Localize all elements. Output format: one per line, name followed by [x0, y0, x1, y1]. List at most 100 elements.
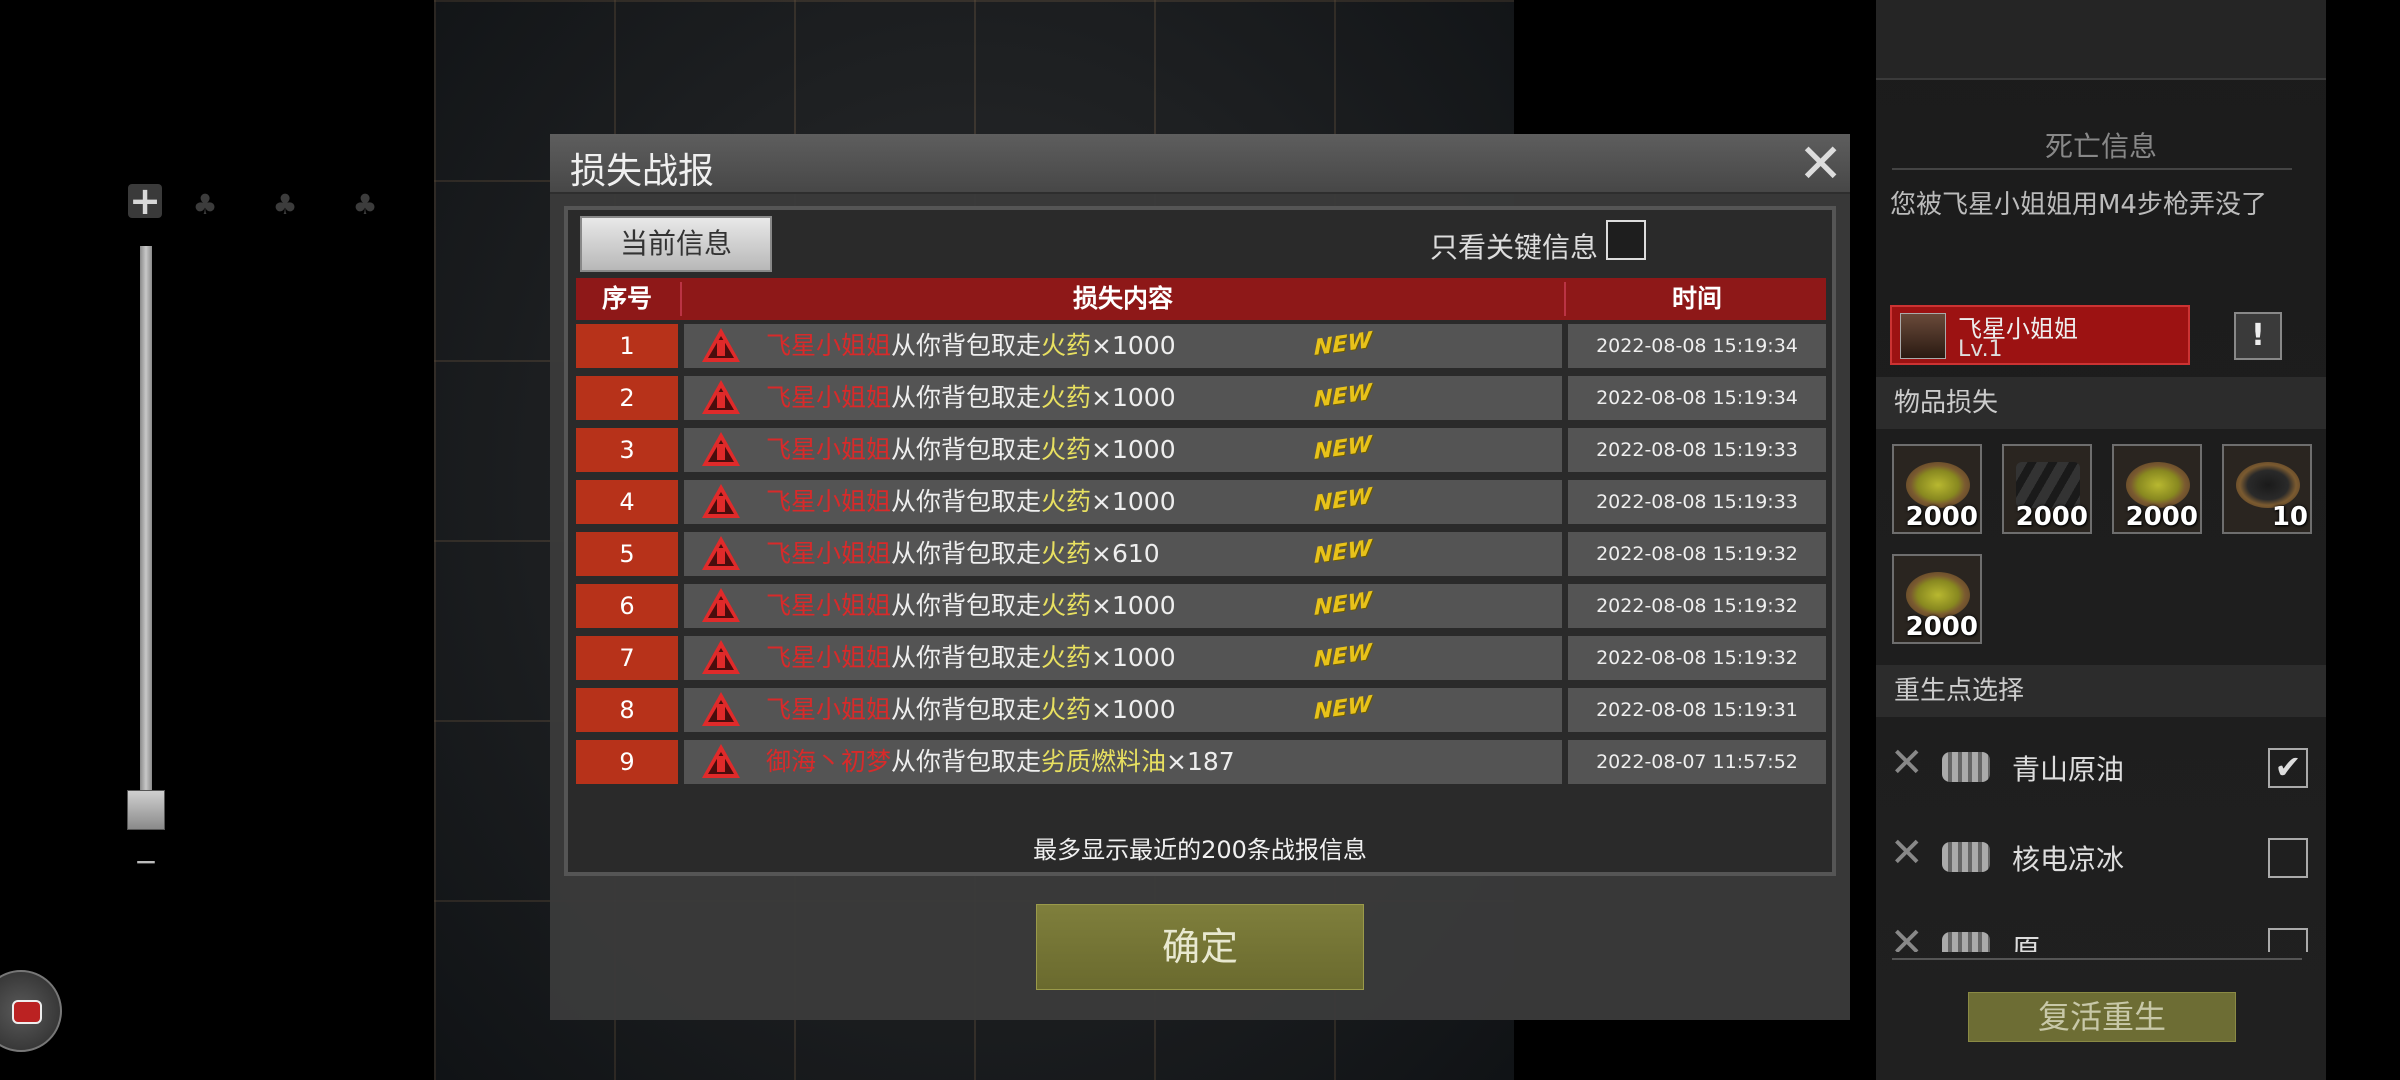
- avatar: [1900, 313, 1946, 359]
- loss-action: 从你背包取走: [891, 539, 1042, 568]
- table-row[interactable]: 8 飞星小姐姐从你背包取走火药×1000 NEW 2022-08-08 15:19:3…: [576, 688, 1826, 732]
- close-icon[interactable]: ✕: [1890, 920, 1924, 952]
- panel-topbar: [1876, 0, 2326, 80]
- report-button[interactable]: !: [2234, 312, 2282, 360]
- row-index: 1: [576, 324, 678, 368]
- item-quantity: 10: [2271, 502, 2308, 532]
- player-name[interactable]: 飞星小姐姐: [766, 539, 891, 568]
- row-time: 2022-08-08 15:19:34: [1568, 324, 1826, 368]
- lost-item-slot[interactable]: 10: [2222, 444, 2312, 534]
- player-name[interactable]: 飞星小姐姐: [766, 331, 891, 360]
- respawn-checkbox[interactable]: ✔: [2268, 748, 2308, 788]
- row-index: 5: [576, 532, 678, 576]
- loss-text: 飞星小姐姐从你背包取走火药×1000: [766, 376, 1176, 420]
- new-badge: NEW: [1314, 535, 1372, 570]
- item-quantity: ×1000: [1091, 331, 1176, 360]
- dialog-header: 损失战报 ✕: [550, 134, 1850, 194]
- row-content: 飞星小姐姐从你背包取走火药×1000 NEW: [684, 584, 1562, 628]
- death-message: 您被飞星小姐姐用M4步枪弄没了: [1890, 190, 2267, 220]
- item-quantity: ×1000: [1091, 487, 1176, 516]
- respawn-button[interactable]: 复活重生: [1968, 992, 2236, 1042]
- item-quantity: 2000: [1905, 502, 1978, 532]
- player-name[interactable]: 飞星小姐姐: [766, 383, 891, 412]
- row-content: 飞星小姐姐从你背包取走火药×1000 NEW: [684, 480, 1562, 524]
- lost-item-slot[interactable]: 2000: [1892, 554, 1982, 644]
- respawn-checkbox[interactable]: [2268, 928, 2308, 952]
- player-name[interactable]: 飞星小姐姐: [766, 643, 891, 672]
- loss-report-dialog: 损失战报 ✕ 当前信息 只看关键信息 序号 损失内容 时间 1 飞星小姐姐从你背包…: [550, 134, 1850, 1020]
- table-row[interactable]: 3 飞星小姐姐从你背包取走火药×1000 NEW 2022-08-08 15:19:3…: [576, 428, 1826, 472]
- confirm-button[interactable]: 确定: [1036, 904, 1364, 990]
- item-quantity: 2000: [1905, 612, 1978, 642]
- zoom-in-button[interactable]: +: [128, 182, 162, 220]
- lost-item-slot[interactable]: 2000: [1892, 444, 1982, 534]
- table-row[interactable]: 2 飞星小姐姐从你背包取走火药×1000 NEW 2022-08-08 15:19:3…: [576, 376, 1826, 420]
- warning-icon: [702, 692, 740, 726]
- loss-action: 从你背包取走: [891, 747, 1042, 776]
- table-row[interactable]: 5 飞星小姐姐从你背包取走火药×610 NEW 2022-08-08 15:19:32: [576, 532, 1826, 576]
- warning-icon: [702, 328, 740, 362]
- player-name[interactable]: 飞星小姐姐: [766, 591, 891, 620]
- loss-action: 从你背包取走: [891, 435, 1042, 464]
- item-name: 火药: [1041, 695, 1092, 724]
- table-row[interactable]: 6 飞星小姐姐从你背包取走火药×1000 NEW 2022-08-08 15:19:3…: [576, 584, 1826, 628]
- row-time: 2022-08-08 15:19:32: [1568, 636, 1826, 680]
- table-row[interactable]: 9 御海丶初梦从你背包取走劣质燃料油×187 2022-08-07 11:57:52: [576, 740, 1826, 784]
- loss-action: 从你背包取走: [891, 695, 1042, 724]
- key-filter-label: 只看关键信息: [1430, 231, 1599, 264]
- respawn-point-row[interactable]: ✕ 原: [1876, 910, 2326, 952]
- dialog-title: 损失战报: [570, 151, 715, 192]
- column-header-index: 序号: [601, 284, 652, 313]
- loss-action: 从你背包取走: [891, 591, 1042, 620]
- item-quantity: ×1000: [1091, 383, 1176, 412]
- row-content: 飞星小姐姐从你背包取走火药×610 NEW: [684, 532, 1562, 576]
- row-content: 飞星小姐姐从你背包取走火药×1000 NEW: [684, 376, 1562, 420]
- chat-bubble-button[interactable]: [0, 970, 62, 1052]
- report-list-panel: 当前信息 只看关键信息 序号 损失内容 时间 1 飞星小姐姐从你背包取走火药×10…: [564, 206, 1836, 876]
- divider: [680, 282, 682, 316]
- death-info-panel: 死亡信息 您被飞星小姐姐用M4步枪弄没了 飞星小姐姐 Lv.1 ! 物品损失 2…: [1876, 0, 2326, 1080]
- close-button[interactable]: ✕: [1798, 137, 1843, 191]
- respawn-point-label: 原: [2012, 933, 2041, 952]
- warning-icon: [702, 640, 740, 674]
- warning-icon: [702, 484, 740, 518]
- respawn-checkbox[interactable]: [2268, 838, 2308, 878]
- row-index: 4: [576, 480, 678, 524]
- item-name: 火药: [1041, 435, 1092, 464]
- tab-current-info[interactable]: 当前信息: [580, 216, 772, 272]
- row-content: 飞星小姐姐从你背包取走火药×1000 NEW: [684, 324, 1562, 368]
- player-name[interactable]: 飞星小姐姐: [766, 435, 891, 464]
- table-row[interactable]: 7 飞星小姐姐从你背包取走火药×1000 NEW 2022-08-08 15:19:3…: [576, 636, 1826, 680]
- killer-card[interactable]: 飞星小姐姐 Lv.1: [1890, 305, 2190, 365]
- zoom-slider-handle[interactable]: [127, 790, 165, 830]
- table-row[interactable]: 1 飞星小姐姐从你背包取走火药×1000 NEW 2022-08-08 15:19:3…: [576, 324, 1826, 368]
- close-icon[interactable]: ✕: [1890, 740, 1924, 786]
- row-time: 2022-08-08 15:19:31: [1568, 688, 1826, 732]
- respawn-heading: 重生点选择: [1876, 665, 2326, 717]
- close-icon[interactable]: ✕: [1890, 830, 1924, 876]
- loss-action: 从你背包取走: [891, 643, 1042, 672]
- key-filter-checkbox[interactable]: [1606, 220, 1646, 260]
- player-name[interactable]: 飞星小姐姐: [766, 487, 891, 516]
- divider: [1892, 958, 2302, 960]
- chat-icon: [12, 1000, 42, 1024]
- item-quantity: ×1000: [1091, 591, 1176, 620]
- zoom-out-button[interactable]: −: [130, 848, 162, 876]
- zoom-slider-track[interactable]: [140, 246, 152, 796]
- column-header-time: 时间: [1671, 284, 1722, 313]
- table-row[interactable]: 4 飞星小姐姐从你背包取走火药×1000 NEW 2022-08-08 15:19:3…: [576, 480, 1826, 524]
- loss-action: 从你背包取走: [891, 383, 1042, 412]
- item-quantity: 2000: [2125, 502, 2198, 532]
- item-name: 火药: [1041, 591, 1092, 620]
- loss-text: 飞星小姐姐从你背包取走火药×1000: [766, 688, 1176, 732]
- lost-item-slot[interactable]: 2000: [2112, 444, 2202, 534]
- player-name[interactable]: 御海丶初梦: [766, 747, 891, 776]
- respawn-point-row[interactable]: ✕ 青山原油 ✔: [1876, 730, 2326, 802]
- respawn-point-row[interactable]: ✕ 核电凉冰: [1876, 820, 2326, 892]
- lost-item-slot[interactable]: 2000: [2002, 444, 2092, 534]
- item-quantity: ×1000: [1091, 643, 1176, 672]
- row-content: 飞星小姐姐从你背包取走火药×1000 NEW: [684, 636, 1562, 680]
- warning-icon: [702, 536, 740, 570]
- row-content: 飞星小姐姐从你背包取走火药×1000 NEW: [684, 428, 1562, 472]
- player-name[interactable]: 飞星小姐姐: [766, 695, 891, 724]
